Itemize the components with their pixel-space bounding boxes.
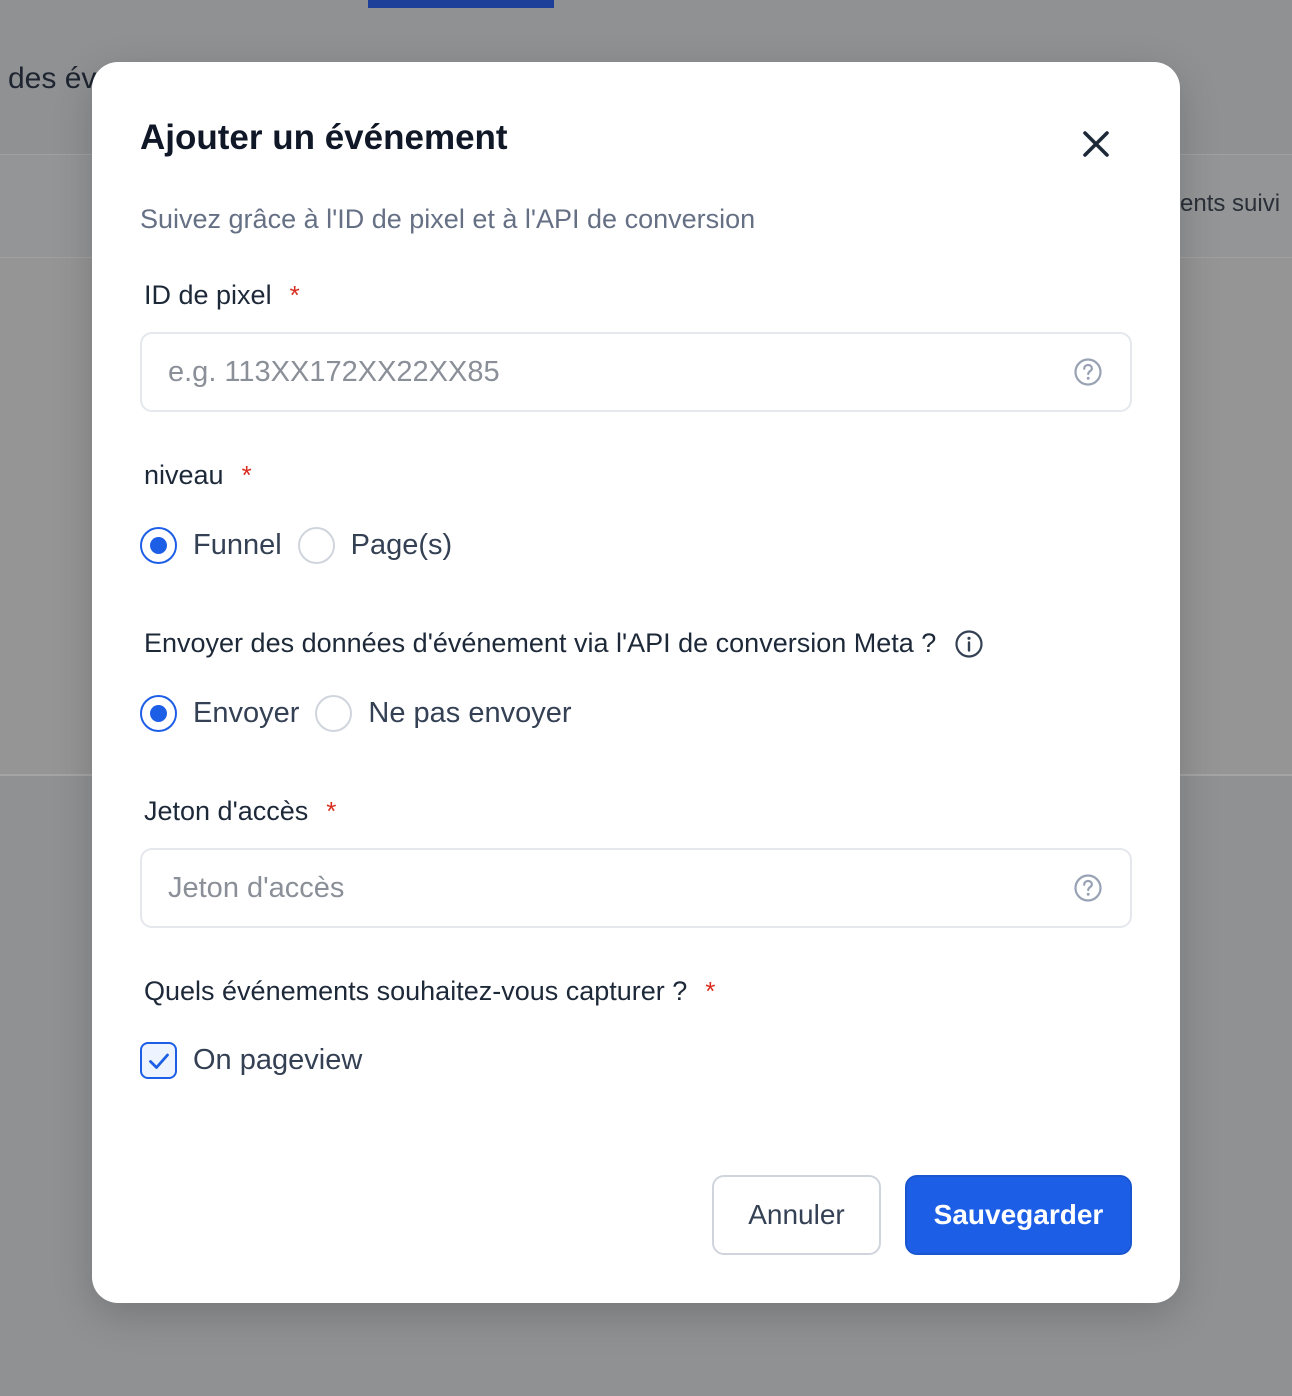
required-marker: * xyxy=(705,976,716,1006)
background-heading: des év xyxy=(8,62,97,95)
required-marker: * xyxy=(241,460,252,490)
add-event-modal: Ajouter un événement Suivez grâce à l'ID… xyxy=(92,62,1180,1303)
level-option-pages[interactable]: Page(s) xyxy=(297,527,453,564)
level-label: niveau * xyxy=(144,460,252,491)
info-circle-icon[interactable] xyxy=(954,629,984,659)
send-data-label-text: Envoyer des données d'événement via l'AP… xyxy=(144,628,937,658)
access-token-input[interactable] xyxy=(168,871,1072,905)
send-option-send-label: Envoyer xyxy=(193,697,300,729)
radio-pages[interactable] xyxy=(297,527,335,564)
cancel-button[interactable]: Annuler xyxy=(712,1175,881,1255)
required-marker: * xyxy=(326,796,337,826)
level-label-text: niveau xyxy=(144,460,224,490)
pixel-id-label-text: ID de pixel xyxy=(144,280,272,310)
send-option-send[interactable]: Envoyer xyxy=(140,695,299,732)
pixel-id-label: ID de pixel * xyxy=(144,280,300,311)
access-token-field xyxy=(140,848,1132,928)
radio-dont-send[interactable] xyxy=(315,695,353,732)
question-circle-icon[interactable] xyxy=(1072,356,1104,388)
event-option-pageview[interactable]: On pageview xyxy=(140,1042,362,1079)
level-option-funnel[interactable]: Funnel xyxy=(140,527,282,564)
modal-title: Ajouter un événement xyxy=(140,118,508,157)
active-tab-indicator xyxy=(368,0,554,8)
close-button[interactable] xyxy=(1074,122,1118,166)
send-option-dont-send[interactable]: Ne pas envoyer xyxy=(315,695,572,732)
level-option-pages-label: Page(s) xyxy=(350,529,453,561)
close-icon xyxy=(1083,131,1109,157)
access-token-label: Jeton d'accès * xyxy=(144,796,336,827)
required-marker: * xyxy=(289,280,300,310)
access-token-label-text: Jeton d'accès xyxy=(144,796,309,826)
question-circle-icon[interactable] xyxy=(1072,872,1104,904)
background-tracked-events-label: ents suivi xyxy=(1180,190,1281,217)
pixel-id-field xyxy=(140,332,1132,412)
send-data-radio-group: Envoyer Ne pas envoyer xyxy=(140,695,588,732)
check-icon xyxy=(148,1053,169,1069)
level-option-funnel-label: Funnel xyxy=(193,529,282,561)
send-option-dont-send-label: Ne pas envoyer xyxy=(368,697,572,729)
events-label-text: Quels événements souhaitez-vous capturer… xyxy=(144,976,688,1006)
checkbox-pageview[interactable] xyxy=(140,1042,177,1079)
send-data-label: Envoyer des données d'événement via l'AP… xyxy=(144,628,984,659)
events-label: Quels événements souhaitez-vous capturer… xyxy=(144,976,715,1007)
radio-send[interactable] xyxy=(140,695,177,732)
modal-subtitle: Suivez grâce à l'ID de pixel et à l'API … xyxy=(140,204,756,234)
save-button[interactable]: Sauvegarder xyxy=(905,1175,1132,1255)
level-radio-group: Funnel Page(s) xyxy=(140,527,468,564)
event-option-pageview-label: On pageview xyxy=(193,1044,363,1076)
radio-funnel[interactable] xyxy=(140,527,177,564)
pixel-id-input[interactable] xyxy=(168,355,1072,389)
